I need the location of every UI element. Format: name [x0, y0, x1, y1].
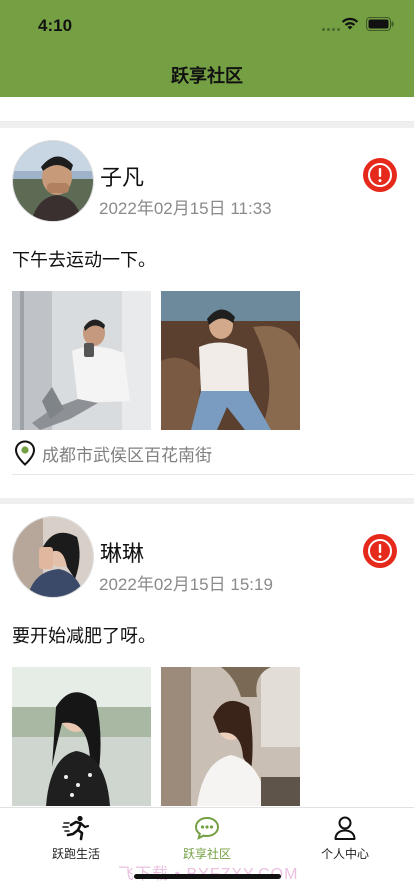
post-photo[interactable] [161, 291, 300, 430]
post-location[interactable]: 成都市武侯区百花南街 [14, 440, 212, 466]
status-icons [340, 16, 394, 31]
avatar[interactable] [12, 516, 94, 598]
status-time: 4:10 [38, 16, 73, 35]
wifi-icon [341, 17, 359, 30]
post-content: 要开始减肥了呀。 [12, 626, 156, 647]
avatar[interactable] [12, 140, 94, 222]
battery-icon [366, 16, 394, 31]
post-time: 2022年02月15日 11:33 [99, 199, 272, 218]
chat-bubble-icon [194, 816, 220, 840]
post-username[interactable]: 琳琳 [100, 536, 144, 568]
feed-top-spacer [0, 97, 414, 122]
post-photo[interactable] [12, 291, 151, 430]
report-button[interactable] [363, 534, 397, 568]
tab-profile[interactable]: 个人中心 [276, 814, 414, 862]
post-card: 子凡 2022年02月15日 11:33 下午去运动一下。 成都市武侯区百花南街 [0, 128, 414, 498]
report-button[interactable] [363, 158, 397, 192]
tab-community[interactable]: 跃享社区 [138, 814, 276, 862]
page-title: 跃享社区 [171, 66, 243, 87]
post-username[interactable]: 子凡 [100, 160, 144, 192]
dynamic-island-dots [322, 28, 340, 31]
location-text: 成都市武侯区百花南街 [42, 445, 212, 466]
watermark: 飞下载 • BYFZXY.COM [118, 860, 298, 884]
app-screen: 4:10 跃享社区 子凡 2022年02月15日 11:33 下午去运动一下。 … [0, 0, 414, 896]
post-photo[interactable] [161, 667, 300, 806]
post-photo[interactable] [12, 667, 151, 806]
top-bar: 4:10 跃享社区 [0, 0, 414, 97]
home-indicator[interactable] [134, 874, 281, 879]
person-icon [334, 816, 356, 840]
post-content: 下午去运动一下。 [12, 250, 156, 271]
runner-icon [62, 815, 90, 841]
location-pin-icon [14, 440, 36, 466]
post-feed[interactable]: 子凡 2022年02月15日 11:33 下午去运动一下。 成都市武侯区百花南街… [0, 97, 414, 807]
tab-run-life[interactable]: 跃跑生活 [7, 814, 145, 862]
alert-icon [368, 163, 392, 187]
post-card: 琳琳 2022年02月15日 15:19 要开始减肥了呀。 [0, 504, 414, 807]
post-time: 2022年02月15日 15:19 [99, 575, 273, 594]
divider [12, 474, 414, 475]
alert-icon [368, 539, 392, 563]
